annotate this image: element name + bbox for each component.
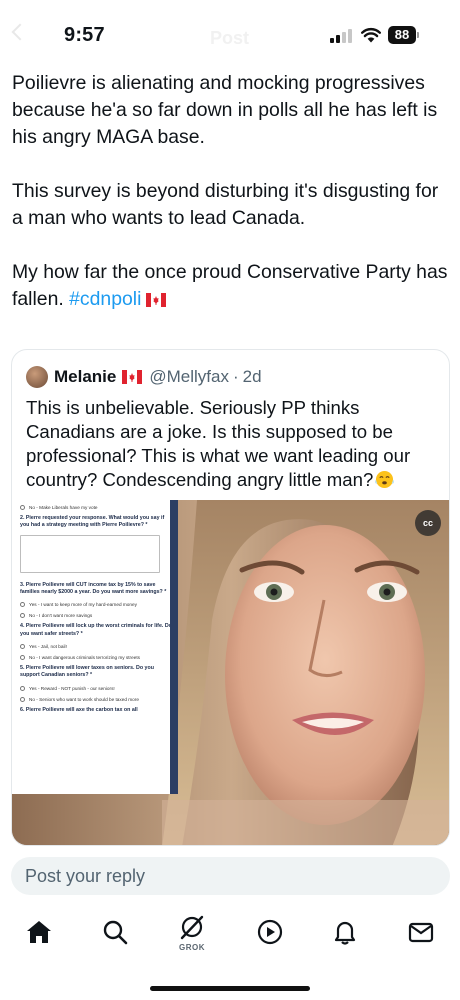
survey-option-text: No - I want dangerous criminals terroriz… [29,655,140,661]
survey-option-text: Yes - Reward - NOT punish - our seniors! [29,685,115,691]
canada-flag-icon [122,370,143,384]
radio-icon [20,655,25,661]
survey-content: No - Make Liberals have my vote 2. Pierr… [20,504,172,719]
separator-dot: · [232,367,239,386]
radio-icon [20,602,25,608]
post-paragraph: This survey is beyond disturbing it's di… [12,180,439,229]
home-indicator [150,986,310,991]
survey-option: No - I don't want more savings [20,612,172,619]
bottom-nav: GROK [0,908,460,966]
survey-option: Yes - I want to keep more of my hard-ear… [20,601,172,608]
survey-option-text: Yes - Jail, not bail! [29,643,67,649]
survey-question: 5. Pierre Poilievre will lower taxes on … [20,665,154,679]
battery-cap [417,32,419,38]
survey-option: No - Seniors who want to work should be … [20,696,172,703]
quoted-post-card[interactable]: Melanie @Mellyfax · 2d This is unbelieva… [11,349,450,846]
back-arrow-icon[interactable] [11,23,29,41]
quoted-post-header: Melanie @Mellyfax · 2d [26,364,262,390]
radio-icon [20,696,25,702]
messages-icon [408,922,434,943]
reply-input[interactable]: Post your reply [11,857,450,895]
survey-option-text: Yes - I want to keep more of my hard-ear… [29,602,137,608]
quoted-post-text-content: This is unbelievable. Seriously PP think… [26,397,411,490]
survey-textbox [20,534,160,573]
survey-option: No - I want dangerous criminals terroriz… [20,654,172,661]
post-paragraph: Poilievre is alienating and mocking prog… [12,72,438,148]
nav-notifications[interactable] [329,918,361,958]
canada-flag-icon [146,293,167,307]
home-icon [27,921,51,943]
post-paragraph-last: My how far the once proud Conservative P… [12,259,452,313]
faded-header-title: Post [210,28,250,48]
survey-option: No - Make Liberals have my vote [20,504,172,511]
survey-option-text: No - Make Liberals have my vote [29,505,98,510]
battery-icon: 88 [388,26,416,44]
nav-video[interactable] [254,918,286,958]
survey-question: 6. Pierre Poilievre will axe the carbon … [20,707,138,714]
radio-icon [20,685,25,691]
survey-option-text: No - Seniors who want to work should be … [29,696,139,702]
survey-option-text: No - I don't want more savings [29,613,93,619]
video-thumbnail[interactable]: No - Make Liberals have my vote 2. Pierr… [12,500,449,845]
video-icon [257,919,283,945]
survey-option: Yes - Jail, not bail! [20,643,172,650]
nav-messages[interactable] [405,918,437,958]
radio-icon [20,505,25,511]
wifi-icon [361,27,381,43]
quoted-author-handle[interactable]: @Mellyfax [149,367,229,387]
grok-icon [180,915,204,940]
quoted-author-name[interactable]: Melanie [54,367,116,387]
hashtag-link[interactable]: #cdnpoli [69,288,141,310]
post-body: Poilievre is alienating and mocking prog… [12,70,452,313]
avatar[interactable] [26,366,48,388]
status-time: 9:57 [64,24,105,46]
survey-option: Yes - Reward - NOT punish - our seniors! [20,685,172,692]
survey-screenshot-overlay: No - Make Liberals have my vote 2. Pierr… [12,500,178,794]
quoted-post-text: This is unbelievable. Seriously PP think… [26,396,438,492]
reply-placeholder: Post your reply [25,866,146,886]
cellular-signal-icon [330,29,352,43]
survey-question: 3. Pierre Poilievre will CUT income tax … [20,581,167,595]
radio-icon [20,613,25,619]
survey-question: 2. Pierre requested your response. What … [20,515,165,529]
survey-question: 4. Pierre Poilievre will lock up the wor… [20,623,172,637]
quoted-post-time[interactable]: 2d [243,367,262,387]
nav-home[interactable] [23,918,55,958]
survey-edge-strip [170,500,178,794]
nav-grok[interactable]: GROK [176,913,208,953]
status-bar: Post 9:57 88 [0,0,460,66]
search-icon [103,920,128,945]
grok-label: GROK [179,943,205,952]
closed-captions-button[interactable]: cc [415,510,441,536]
notifications-icon [334,921,356,945]
radio-icon [20,643,25,649]
steaming-face-emoji-icon [375,470,395,489]
nav-search[interactable] [99,918,131,958]
